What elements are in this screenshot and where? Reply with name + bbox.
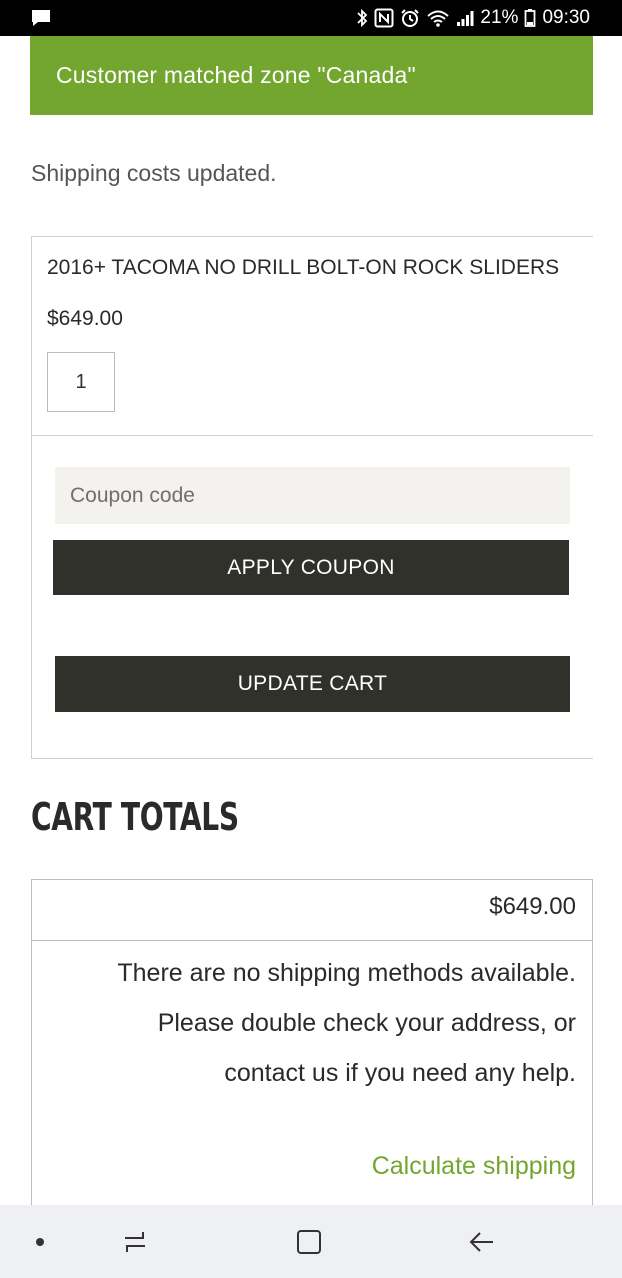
quantity-input[interactable]: 1 <box>47 352 115 412</box>
panel-divider <box>31 435 593 436</box>
update-cart-button[interactable]: UPDATE CART <box>55 656 570 712</box>
shipping-updated-message: Shipping costs updated. <box>31 160 277 186</box>
battery-icon <box>524 8 536 28</box>
no-shipping-message: There are no shipping methods available.… <box>36 948 576 1098</box>
coupon-placeholder: Coupon code <box>70 483 195 507</box>
nfc-icon <box>374 8 394 28</box>
totals-row-divider <box>31 940 593 941</box>
zone-notice: Customer matched zone "Canada" <box>30 36 593 115</box>
cart-totals-heading: CART TOTALS <box>31 795 239 839</box>
back-icon[interactable] <box>457 1205 507 1278</box>
status-bar: 21% 09:30 <box>0 0 622 36</box>
apply-coupon-button[interactable]: APPLY COUPON <box>53 540 569 595</box>
notice-text: Customer matched zone "Canada" <box>56 62 416 88</box>
navigation-bar <box>0 1205 622 1278</box>
apply-coupon-label: APPLY COUPON <box>227 555 395 579</box>
no-shipping-line: Please double check your address, or <box>157 1009 576 1037</box>
clock: 09:30 <box>542 7 590 28</box>
status-icons: 21% 09:30 <box>356 0 590 36</box>
home-icon[interactable] <box>284 1205 334 1278</box>
alarm-icon <box>400 8 420 28</box>
recent-apps-icon[interactable] <box>110 1205 160 1278</box>
message-icon <box>30 8 52 28</box>
quantity-value: 1 <box>75 370 87 393</box>
no-shipping-line: There are no shipping methods available. <box>117 959 576 987</box>
bluetooth-icon <box>356 8 368 28</box>
update-cart-label: UPDATE CART <box>237 672 388 695</box>
signal-icon <box>456 8 474 28</box>
battery-percent: 21% <box>480 7 519 28</box>
subtotal-value: $649.00 <box>489 893 576 920</box>
coupon-code-input[interactable]: Coupon code <box>55 467 570 524</box>
dot-icon <box>20 1205 60 1278</box>
product-name[interactable]: 2016+ TACOMA NO DRILL BOLT-ON ROCK SLIDE… <box>47 256 559 280</box>
wifi-icon <box>426 8 450 28</box>
product-price: $649.00 <box>47 307 123 330</box>
no-shipping-line: contact us if you need any help. <box>224 1059 576 1087</box>
calculate-shipping-link[interactable]: Calculate shipping <box>372 1152 576 1181</box>
